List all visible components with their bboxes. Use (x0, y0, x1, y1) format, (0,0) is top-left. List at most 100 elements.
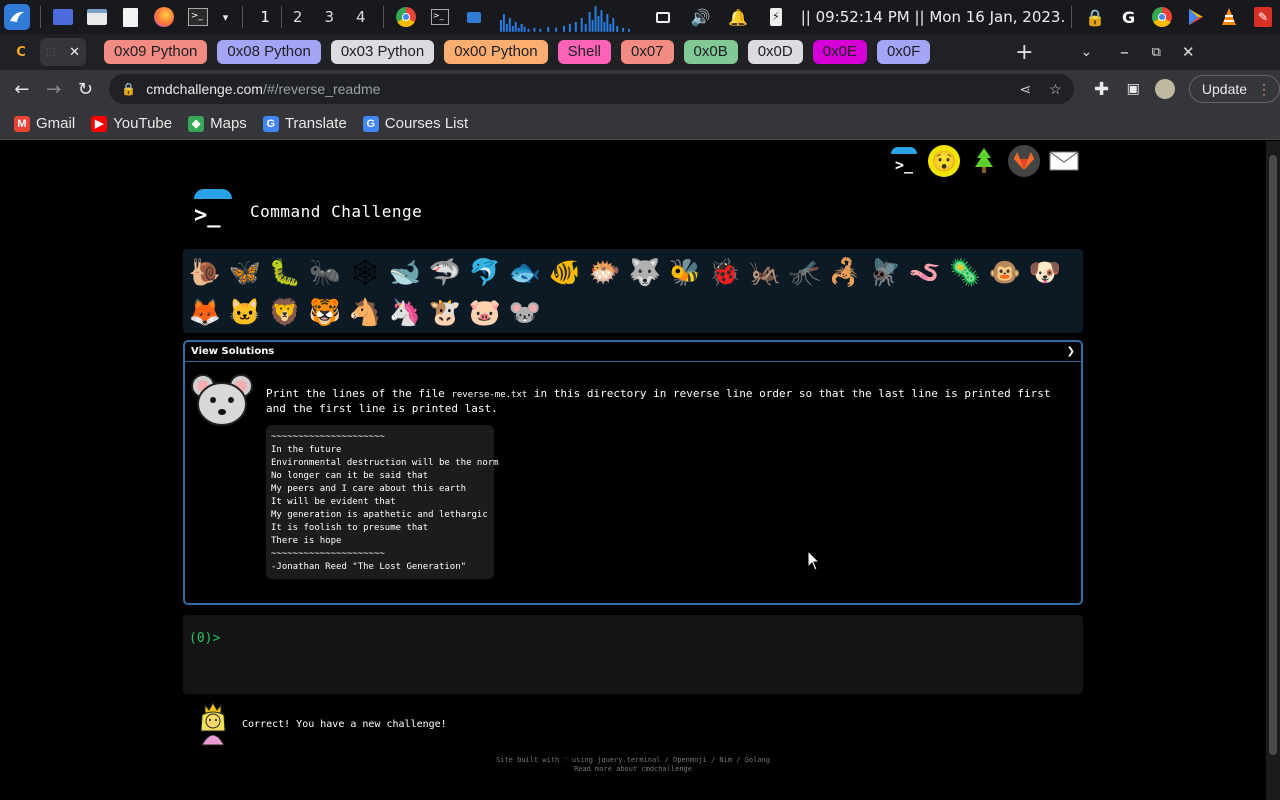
app-menu-icon[interactable] (4, 4, 30, 30)
bookmark-gmail[interactable]: M Gmail (14, 115, 75, 132)
challenge-emoji-icon[interactable]: 🕸 (345, 253, 385, 293)
challenge-emoji-icon[interactable]: 🦗 (745, 253, 785, 293)
challenge-emoji-icon[interactable]: 🐌 (185, 253, 225, 293)
challenge-emoji-icon[interactable]: 🐟 (505, 253, 545, 293)
bookmark-translate[interactable]: G Translate (262, 115, 347, 132)
challenge-emoji-icon[interactable]: 🐶 (1025, 253, 1065, 293)
site-info-lock-icon[interactable]: 🔒 (121, 82, 136, 96)
desktop-icon[interactable] (51, 4, 77, 30)
challenge-emoji-icon[interactable]: 🐮 (425, 293, 465, 333)
chrome-icon[interactable] (1149, 4, 1175, 30)
challenge-emoji-icon[interactable]: 🐋 (385, 253, 425, 293)
challenge-emoji-icon[interactable]: 🐯 (305, 293, 345, 333)
volume-icon[interactable]: 🔊 (688, 4, 714, 30)
google-icon[interactable]: G (1116, 4, 1142, 30)
profile-avatar[interactable] (1149, 79, 1181, 99)
bookmark-youtube[interactable]: ▶ YouTube (91, 115, 172, 132)
forward-icon[interactable]: → (38, 79, 70, 100)
challenge-emoji-icon[interactable]: 🦊 (185, 293, 225, 333)
tab-group-chip[interactable]: 0x0D (747, 40, 803, 64)
tab-group-chip[interactable]: 0x08 Python (217, 40, 321, 64)
update-button[interactable]: Update ⋮ (1188, 75, 1280, 103)
chevron-right-icon[interactable]: ❯ (1067, 346, 1075, 357)
challenge-emoji-icon[interactable]: 🪱 (905, 253, 945, 293)
tab-search-icon[interactable]: ⌄ (1070, 44, 1102, 60)
bookmark-courses-list[interactable]: G Courses List (362, 115, 468, 132)
workspace-1[interactable]: 1 (249, 8, 281, 26)
address-bar[interactable]: 🔒 cmdchallenge.com/#/reverse_readme ⋖ ☆ (109, 74, 1074, 104)
challenge-emoji-icon[interactable]: 🐷 (465, 293, 505, 333)
workspace-2[interactable]: 2 (282, 8, 314, 26)
tab-group-chip[interactable]: 0x03 Python (330, 40, 435, 64)
challenge-emoji-icon[interactable]: 🐝 (665, 253, 705, 293)
extensions-puzzle-icon[interactable]: ✚ (1086, 79, 1118, 100)
gitlab-icon[interactable] (1008, 145, 1040, 177)
tab-group-chip[interactable]: 0x00 Python (444, 40, 548, 64)
envelope-icon[interactable] (1048, 145, 1080, 177)
challenge-emoji-icon[interactable]: 🐱 (225, 293, 265, 333)
tab-group-chip[interactable]: 0x0F (876, 40, 931, 64)
reload-icon[interactable]: ↻ (70, 79, 102, 100)
back-icon[interactable]: ← (6, 79, 38, 100)
tab-active[interactable]: ⬚ ✕ (40, 38, 86, 66)
minimize-icon[interactable]: – (1108, 42, 1140, 63)
challenge-emoji-icon[interactable]: 🐬 (465, 253, 505, 293)
challenge-emoji-icon[interactable]: 🐭 (505, 293, 545, 333)
challenge-emoji-icon[interactable]: 🦈 (425, 253, 465, 293)
restore-icon[interactable]: ⧉ (1140, 45, 1172, 60)
text-editor-icon[interactable] (118, 4, 144, 30)
tab-group-chip[interactable]: 0x0E (812, 40, 867, 64)
terminal-app-icon[interactable]: >_ (185, 4, 211, 30)
close-tab-icon[interactable]: ✕ (69, 45, 80, 60)
chevron-down-icon[interactable]: ▾ (219, 4, 233, 30)
battery-charging-icon[interactable]: ⚡ (763, 4, 789, 30)
scrollbar-thumb[interactable] (1269, 155, 1277, 755)
challenge-emoji-icon[interactable]: 🦠 (945, 253, 985, 293)
site-brand[interactable]: >_ Command Challenge (190, 189, 422, 233)
tab-coderbyte[interactable]: C (6, 38, 36, 66)
close-window-icon[interactable]: ✕ (1172, 43, 1204, 61)
tab-group-chip[interactable]: 0x09 Python (104, 40, 208, 64)
challenge-emoji-icon[interactable]: 🐜 (305, 253, 345, 293)
terminal-input[interactable]: (0)> (183, 615, 1083, 694)
challenge-emoji-icon[interactable]: 🐛 (265, 253, 305, 293)
challenge-emoji-icon[interactable]: 🐠 (545, 253, 585, 293)
challenge-emoji-icon[interactable]: 🐡 (585, 253, 625, 293)
new-tab-button[interactable]: + (1008, 40, 1040, 65)
footer-read-more-link[interactable]: Read more about cmdchallenge (0, 765, 1266, 774)
play-store-icon[interactable] (1183, 4, 1209, 30)
chrome-window-icon[interactable] (394, 4, 420, 30)
challenge-emoji-icon[interactable]: 🦁 (265, 293, 305, 333)
cast-icon[interactable] (650, 4, 676, 30)
challenge-emoji-icon[interactable]: 🪰 (865, 253, 905, 293)
challenge-emoji-icon[interactable]: 🦄 (385, 293, 425, 333)
tab-group-chip[interactable]: 0x07 (620, 40, 674, 64)
clock[interactable]: || 09:52:14 PM || Mon 16 Jan, 2023. (801, 8, 1066, 26)
tab-group-chip[interactable]: Shell (557, 40, 611, 64)
view-solutions-bar[interactable]: View Solutions ❯ (185, 342, 1081, 362)
challenge-emoji-icon[interactable]: 🦟 (785, 253, 825, 293)
challenge-emoji-icon[interactable]: 🐴 (345, 293, 385, 333)
terminal-window-icon[interactable]: >_ (427, 4, 453, 30)
lock-icon[interactable]: 🔒 (1082, 4, 1108, 30)
challenge-emoji-icon[interactable]: 🐞 (705, 253, 745, 293)
notification-bell-icon[interactable]: 🔔 (726, 4, 752, 30)
challenge-emoji-icon[interactable]: 🐵 (985, 253, 1025, 293)
kebab-menu-icon[interactable]: ⋮ (1257, 81, 1271, 98)
page-scrollbar[interactable] (1266, 141, 1280, 800)
workspace-3[interactable]: 3 (313, 8, 345, 26)
challenge-emoji-icon[interactable]: 🦂 (825, 253, 865, 293)
firefox-icon[interactable] (151, 4, 177, 30)
vlc-icon[interactable] (1217, 4, 1243, 30)
terminal-logo-icon[interactable]: >_ (888, 145, 920, 177)
evergreen-tree-icon[interactable] (968, 145, 1000, 177)
bookmark-star-icon[interactable]: ☆ (1049, 81, 1062, 98)
share-icon[interactable]: ⋖ (1019, 81, 1031, 98)
workspace-4[interactable]: 4 (345, 8, 377, 26)
bookmark-maps[interactable]: ◆ Maps (188, 115, 247, 132)
files-icon[interactable] (84, 4, 110, 30)
mind-blown-face-icon[interactable]: 😯 (928, 145, 960, 177)
challenge-emoji-icon[interactable]: 🐺 (625, 253, 665, 293)
tab-group-chip[interactable]: 0x0B (683, 40, 738, 64)
challenge-emoji-icon[interactable]: 🦋 (225, 253, 265, 293)
